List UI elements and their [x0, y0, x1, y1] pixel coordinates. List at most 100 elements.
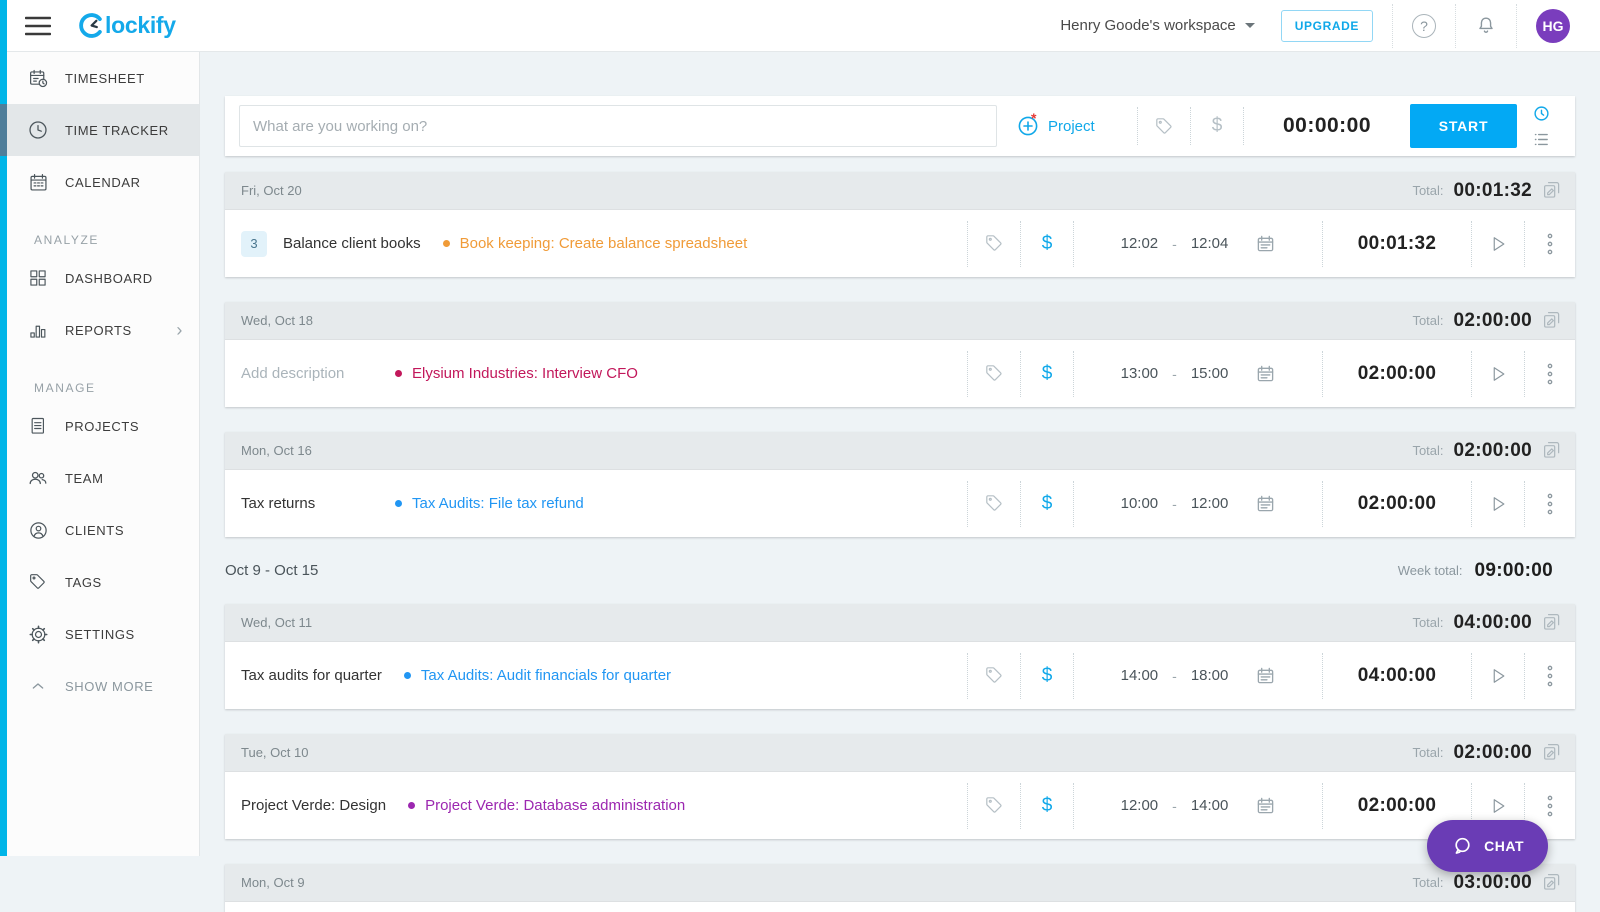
- entry-play-button[interactable]: [1472, 494, 1524, 514]
- sidebar-item-reports[interactable]: REPORTS ›: [7, 304, 199, 356]
- entry-end-time[interactable]: 18:00: [1191, 667, 1229, 684]
- sidebar-item-label: CALENDAR: [65, 175, 141, 190]
- tags-button[interactable]: [1138, 116, 1190, 137]
- entry-description[interactable]: Add description: [241, 365, 373, 382]
- entry-end-time[interactable]: 12:04: [1191, 235, 1229, 252]
- calendar-icon[interactable]: [1256, 796, 1275, 815]
- entry-project[interactable]: Book keeping: Create balance spreadsheet: [443, 235, 748, 252]
- bulk-edit-icon[interactable]: [1542, 440, 1563, 461]
- timer-mode-icon[interactable]: [1533, 105, 1550, 122]
- entry-billable-button[interactable]: $: [1021, 363, 1073, 385]
- entry-billable-button[interactable]: $: [1021, 665, 1073, 687]
- day-group-header: Mon, Oct 9 Total: 03:00:00: [225, 864, 1575, 902]
- bulk-edit-icon[interactable]: [1542, 310, 1563, 331]
- upgrade-button[interactable]: UPGRADE: [1281, 10, 1373, 42]
- description-input[interactable]: [239, 105, 997, 147]
- entry-billable-button[interactable]: $: [1021, 493, 1073, 515]
- sidebar-item-clients[interactable]: CLIENTS: [7, 504, 199, 556]
- entry-tags-button[interactable]: [968, 233, 1020, 254]
- workspace-selector[interactable]: Henry Goode's workspace: [1060, 17, 1254, 34]
- add-project-button[interactable]: * Project: [1017, 115, 1137, 137]
- entry-start-time[interactable]: 13:00: [1121, 365, 1159, 382]
- entry-duration[interactable]: 04:00:00: [1323, 665, 1471, 687]
- calendar-icon[interactable]: [1256, 364, 1275, 383]
- sidebar-item-time-tracker[interactable]: TIME TRACKER: [7, 104, 199, 156]
- entry-project[interactable]: Project Verde: Database administration: [408, 797, 685, 814]
- entry-menu-button[interactable]: [1525, 794, 1575, 818]
- calendar-icon[interactable]: [1256, 494, 1275, 513]
- hamburger-menu-icon[interactable]: [25, 16, 51, 36]
- clockify-logo[interactable]: lockify: [77, 12, 176, 39]
- project-button-label: Project: [1048, 118, 1095, 135]
- calendar-icon[interactable]: [1256, 234, 1275, 253]
- sidebar-item-timesheet[interactable]: TIMESHEET: [7, 52, 199, 104]
- sidebar-item-label: CLIENTS: [65, 523, 124, 538]
- entry-billable-button[interactable]: $: [1021, 795, 1073, 817]
- sidebar: TIMESHEET TIME TRACKER CALENDAR ANALYZE …: [7, 52, 200, 856]
- entry-menu-button[interactable]: [1525, 664, 1575, 688]
- entry-menu-button[interactable]: [1525, 492, 1575, 516]
- sidebar-item-tags[interactable]: TAGS: [7, 556, 199, 608]
- entry-duration[interactable]: 02:00:00: [1323, 795, 1471, 817]
- tag-icon: [27, 572, 49, 592]
- day-group-header: Wed, Oct 18 Total: 02:00:00: [225, 302, 1575, 340]
- divider: [1392, 4, 1393, 48]
- entry-start-time[interactable]: 14:00: [1121, 667, 1159, 684]
- bulk-edit-icon[interactable]: [1542, 180, 1563, 201]
- entry-menu-button[interactable]: [1525, 232, 1575, 256]
- entry-billable-button[interactable]: $: [1021, 233, 1073, 255]
- help-icon[interactable]: ?: [1412, 14, 1436, 38]
- project-name: Tax Audits: File tax refund: [412, 495, 584, 512]
- client-icon: [27, 520, 49, 541]
- billable-button[interactable]: $: [1191, 115, 1243, 137]
- sidebar-item-calendar[interactable]: CALENDAR: [7, 156, 199, 208]
- entry-project[interactable]: Tax Audits: File tax refund: [395, 495, 584, 512]
- group-total: 03:00:00: [1454, 872, 1532, 894]
- entry-tags-button[interactable]: [968, 363, 1020, 384]
- entry-description[interactable]: Tax returns: [241, 495, 373, 512]
- manual-mode-icon[interactable]: [1533, 131, 1550, 148]
- entry-end-time[interactable]: 12:00: [1191, 495, 1229, 512]
- entry-end-time[interactable]: 15:00: [1191, 365, 1229, 382]
- entry-description[interactable]: Tax audits for quarter: [241, 667, 382, 684]
- entry-duration[interactable]: 02:00:00: [1323, 493, 1471, 515]
- sidebar-item-dashboard[interactable]: DASHBOARD: [7, 252, 199, 304]
- entry-play-button[interactable]: [1472, 364, 1524, 384]
- entry-start-time[interactable]: 12:00: [1121, 797, 1159, 814]
- start-button[interactable]: START: [1410, 104, 1517, 148]
- entry-description[interactable]: Project Verde: Design: [241, 797, 386, 814]
- total-label: Total:: [1412, 313, 1443, 328]
- bulk-edit-icon[interactable]: [1542, 612, 1563, 633]
- entry-project[interactable]: Elysium Industries: Interview CFO: [395, 365, 638, 382]
- entry-duration[interactable]: 02:00:00: [1323, 363, 1471, 385]
- bulk-edit-icon[interactable]: [1542, 872, 1563, 893]
- entry-start-time[interactable]: 10:00: [1121, 495, 1159, 512]
- entry-description[interactable]: Balance client books: [283, 235, 421, 252]
- entry-group-count-badge[interactable]: 3: [241, 231, 267, 257]
- entry-project[interactable]: Tax Audits: Audit financials for quarter: [404, 667, 671, 684]
- entry-tags-button[interactable]: [968, 493, 1020, 514]
- time-entry-row: Add description Elysium Industries: Inte…: [225, 340, 1575, 407]
- avatar[interactable]: HG: [1536, 9, 1570, 43]
- entry-tags-button[interactable]: [968, 665, 1020, 686]
- entry-play-button[interactable]: [1472, 234, 1524, 254]
- chevron-up-icon: [27, 678, 49, 694]
- entry-menu-button[interactable]: [1525, 362, 1575, 386]
- top-bar: lockify Henry Goode's workspace UPGRADE …: [0, 0, 1600, 52]
- sidebar-item-settings[interactable]: SETTINGS: [7, 608, 199, 660]
- entry-play-button[interactable]: [1472, 796, 1524, 816]
- main-content: * Project $ 00:00:00 START Fri, Oct 20: [200, 52, 1600, 912]
- group-date: Tue, Oct 10: [241, 745, 308, 760]
- chat-button[interactable]: CHAT: [1427, 820, 1548, 872]
- sidebar-item-team[interactable]: TEAM: [7, 452, 199, 504]
- notifications-bell-icon[interactable]: [1475, 15, 1497, 37]
- sidebar-item-projects[interactable]: PROJECTS: [7, 400, 199, 452]
- calendar-icon[interactable]: [1256, 666, 1275, 685]
- entry-duration[interactable]: 00:01:32: [1323, 233, 1471, 255]
- bulk-edit-icon[interactable]: [1542, 742, 1563, 763]
- sidebar-show-more[interactable]: SHOW MORE: [7, 660, 199, 712]
- entry-tags-button[interactable]: [968, 795, 1020, 816]
- entry-end-time[interactable]: 14:00: [1191, 797, 1229, 814]
- entry-play-button[interactable]: [1472, 666, 1524, 686]
- entry-start-time[interactable]: 12:02: [1121, 235, 1159, 252]
